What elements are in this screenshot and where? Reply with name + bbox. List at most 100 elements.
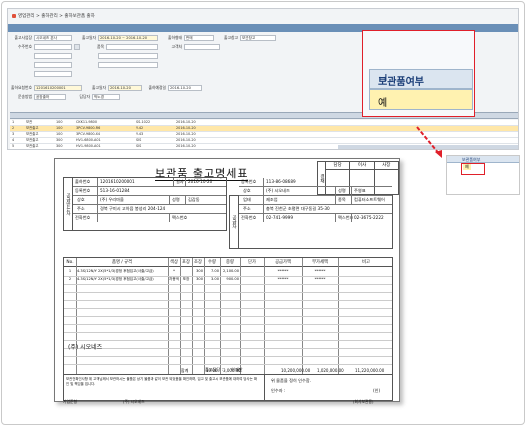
filter-label: 고객처 [171, 43, 182, 49]
supplier-row: 주소 충북 진천군 초평면 대구동길 35-30 [239, 205, 392, 214]
receiver-table: 공급받는자 출하번호 1201610200001 일자 2016-10-20 등… [63, 177, 227, 231]
issue-no-value: 1201610200001 [97, 178, 135, 186]
row-divider [64, 356, 392, 357]
receipt-box: 출고담당 : 이재만 위 물품을 정히 인수함. 인수자 : (인) [205, 367, 394, 400]
supplier-value: 02-3675-2222 [351, 214, 384, 222]
detail-field[interactable]: 박노경 [92, 93, 120, 100]
supplier-key: 전화번호 [241, 215, 257, 220]
filter-field[interactable] [34, 43, 72, 50]
filter-field[interactable]: 2016-10-20 ~ 2016-10-20 [98, 34, 158, 41]
item-header-cell: 비고 [362, 260, 370, 265]
filter-field[interactable]: 시오네즈 본사 [34, 34, 72, 41]
filter-label: 출고일자 [82, 34, 96, 40]
grid-cell: 2016-10-20 [176, 126, 196, 130]
supplier-value: 02-741-9999 [263, 214, 293, 222]
grid-cell: 100 [56, 120, 63, 124]
pin-icon[interactable]: ⊣ [378, 73, 470, 84]
detail-field[interactable]: 1201610200001 [34, 84, 82, 91]
company-name: (주) 시오네즈 [68, 344, 103, 351]
detail-field[interactable]: 공장출하 [34, 93, 66, 100]
filter-field[interactable] [98, 52, 158, 59]
filter-field[interactable]: 보관창고 [240, 34, 276, 41]
detail-label: 출하예정일 [148, 84, 166, 90]
grid-cell: 보관 [26, 120, 33, 124]
row-divider [64, 332, 392, 333]
supplier-key: 주소 [243, 206, 251, 211]
date-value: 2016-10-20 [185, 178, 212, 186]
approval-col-label: 이사 [350, 162, 374, 170]
supplier-key: 상호 [243, 188, 251, 193]
filter-row: 출고사업장 시오네즈 본사 출고일자 2016-10-20 ~ 2016-10-… [10, 34, 276, 41]
item-cell: 300 [196, 277, 203, 281]
breadcrumb: 영업관리 > 출하관리 > 출하보관품 출하 [12, 13, 95, 19]
item-cell: 자몽색 [169, 277, 179, 281]
mini-cell-value[interactable]: 예 [463, 164, 471, 170]
supplier-row: 전화번호 02-741-9999 팩스번호 02-3675-2222 [239, 214, 392, 223]
total-row: 합계 10.00 3,000.00 10,200,000.00 1,020,00… [63, 367, 393, 375]
column-header-storage[interactable]: 보관품여부 ⊣ [369, 69, 473, 89]
grid-cell: Y-43 [136, 132, 144, 136]
mini-grid-header: 보관품여부 [447, 156, 519, 163]
supplier-value: 컴퓨터소프트웨어 [351, 196, 385, 204]
detail-field[interactable]: 2016-10-20 [108, 84, 142, 91]
document-footer: (주) 시오네즈 보관건확인사항 위 고객님께서 보관하시는 물품은 상기 물품… [63, 344, 394, 401]
row-divider [64, 324, 392, 325]
detail-field[interactable]: 2016-10-20 [168, 84, 202, 91]
filter-field[interactable]: 판매 [184, 34, 214, 41]
approval-col-label: 담당 [326, 162, 350, 170]
total-label: 합계 [181, 368, 189, 373]
grid-cell: 2016-10-20 [176, 120, 196, 124]
item-cell: * [173, 269, 175, 273]
supplier-row: 업태 제조업 종목 컴퓨터소프트웨어 [239, 196, 392, 205]
supplier-value: 주영표 [351, 187, 366, 195]
storage-note: 보관건확인사항 위 고객님께서 보관하시는 물품은 상기 물품과 같이 보관 되… [66, 377, 257, 386]
issue-row: 출하번호 1201610200001 일자 2016-10-20 [73, 178, 226, 187]
item-cell: 300 [196, 269, 203, 273]
storage-flag-cell[interactable]: 예 [369, 89, 473, 110]
approval-col-label: 사장 [374, 162, 398, 170]
item-table-header: No. 품명 / 규격 색상 포장 조장 수량 중량 단가 공급가액 부가세액 비고 [64, 258, 392, 267]
footer-left: 기업준형 [63, 399, 77, 404]
breadcrumb-icon [12, 14, 16, 18]
row-divider [64, 292, 392, 293]
supplier-value: (주) 시오네즈 [263, 187, 290, 195]
item-cell: ****** [314, 269, 326, 273]
received-text: 위 물품을 정히 인수함. [271, 378, 311, 383]
grid-cell: 보관출고 [26, 126, 39, 130]
filter-row [10, 70, 72, 77]
detail-label: 담당자 [79, 93, 90, 99]
row-divider [64, 308, 392, 309]
filter-field[interactable] [34, 61, 72, 68]
item-header-cell: 조장 [194, 260, 202, 265]
item-cell: 3.00 [210, 277, 219, 281]
filter-field[interactable] [34, 70, 72, 77]
supplier-row: 상호 (주) 시오네즈 성명 주영표 [239, 187, 392, 196]
filter-label: 수주번호 [18, 43, 32, 49]
filter-field[interactable] [184, 43, 220, 50]
search-icon[interactable] [74, 43, 80, 50]
grid-cell: 4 [12, 138, 15, 142]
shipper-name: 이재만 [231, 367, 243, 372]
filter-field[interactable] [34, 52, 72, 59]
receiver-value: (주) 우리마을 [97, 196, 124, 204]
grid-cell: SIS [136, 138, 142, 142]
zoom-callout: 보관품여부 ⊣ 예 [362, 30, 475, 117]
grid-cell: 300 [56, 138, 63, 142]
receiver-key: 팩스번호 [169, 214, 187, 222]
grid-cell: 보관출고 [26, 144, 39, 148]
grid-cell: 300 [56, 144, 63, 148]
grid-cell: 1 [12, 120, 15, 124]
detail-label: 출고일자 [92, 84, 106, 90]
filter-field[interactable] [98, 61, 158, 68]
receiver-title: 인수자 : [271, 388, 286, 393]
issue-no-label: 출하번호 [75, 179, 91, 184]
supplier-side-text: 공급자 [231, 215, 237, 229]
grid-cell: 3 [12, 132, 15, 136]
grid-cell: HV1-9800-A01 [76, 144, 101, 148]
item-cell: 900.00 [226, 277, 239, 281]
filter-field[interactable] [106, 43, 158, 50]
footer-right: (회사보관용) [353, 399, 374, 404]
receiver-key: 전화번호 [75, 215, 91, 220]
item-cell: ****** [277, 269, 289, 273]
row-divider [64, 348, 392, 349]
